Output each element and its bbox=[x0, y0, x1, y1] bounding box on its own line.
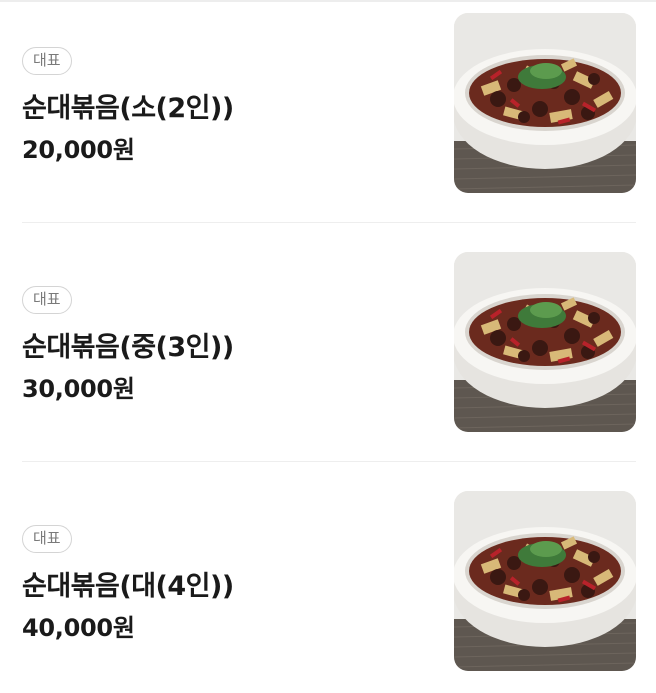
item-divider bbox=[22, 222, 636, 223]
signature-badge: 대표 bbox=[22, 525, 72, 553]
stir-fried-sundae-dish-image bbox=[454, 13, 636, 193]
signature-badge: 대표 bbox=[22, 286, 72, 314]
menu-item[interactable]: 대표 순대볶음(중(3인)) 30,000원 bbox=[22, 252, 636, 432]
menu-item-name: 순대볶음(중(3인)) bbox=[22, 332, 234, 363]
menu-item[interactable]: 대표 순대볶음(소(2인)) 20,000원 bbox=[22, 13, 636, 193]
item-divider bbox=[22, 461, 636, 462]
menu-list: 대표 순대볶음(소(2인)) 20,000원 대표 순대볶음(중(3인)) 30… bbox=[0, 0, 656, 693]
menu-item[interactable]: 대표 순대볶음(대(4인)) 40,000원 bbox=[22, 491, 636, 671]
stir-fried-sundae-dish-image bbox=[454, 252, 636, 432]
menu-item-price: 20,000원 bbox=[22, 136, 135, 164]
menu-item-name: 순대볶음(대(4인)) bbox=[22, 571, 234, 602]
stir-fried-sundae-dish-image bbox=[454, 491, 636, 671]
menu-item-price: 30,000원 bbox=[22, 375, 135, 403]
menu-item-price: 40,000원 bbox=[22, 614, 135, 642]
menu-item-name: 순대볶음(소(2인)) bbox=[22, 93, 234, 124]
signature-badge: 대표 bbox=[22, 47, 72, 75]
